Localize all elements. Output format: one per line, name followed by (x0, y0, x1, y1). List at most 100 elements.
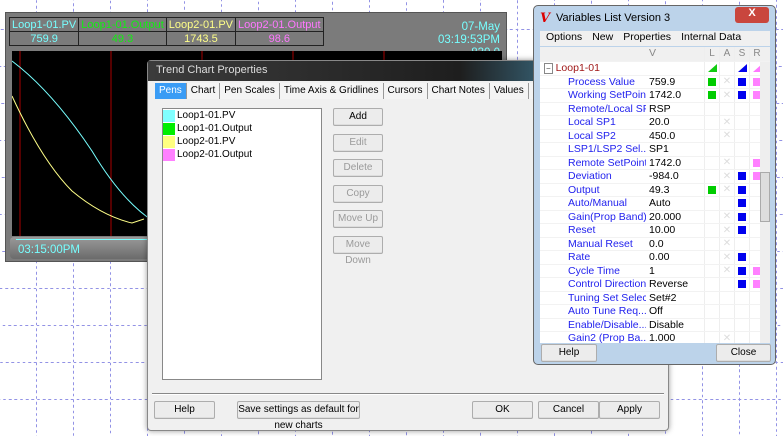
apply-button[interactable]: Apply (599, 401, 660, 419)
flag-cell[interactable] (704, 305, 719, 318)
variables-table[interactable]: V L A S R − Loop1-01 Process Value 759.9 ✕… (540, 47, 770, 343)
variable-value[interactable]: Off (646, 305, 704, 318)
flag-cell[interactable] (704, 183, 719, 196)
flag-cell[interactable]: ✕ (719, 224, 734, 237)
flag-cell[interactable]: ✕ (719, 264, 734, 277)
tab-pens[interactable]: Pens (155, 83, 187, 99)
flag-cell[interactable]: ✕ (719, 156, 734, 169)
menu-new[interactable]: New (592, 31, 613, 46)
variable-row[interactable]: Remote SetPoint 1742.0 ✕ (540, 156, 770, 170)
flag-cell[interactable] (734, 129, 749, 142)
flag-cell[interactable] (704, 318, 719, 331)
variable-row[interactable]: Gain2 (Prop Ba... 1.000 ✕ (540, 332, 770, 343)
variable-value[interactable]: RSP (646, 103, 704, 116)
variable-value[interactable]: Auto (646, 197, 704, 210)
variable-value[interactable]: SP1 (646, 143, 704, 156)
flag-cell[interactable] (719, 143, 734, 156)
flag-cell[interactable] (704, 332, 719, 343)
flag-cell[interactable]: ✕ (719, 210, 734, 223)
cancel-button[interactable]: Cancel (538, 401, 599, 419)
variable-row[interactable]: Reset 10.00 ✕ (540, 224, 770, 238)
flag-cell[interactable] (734, 278, 749, 291)
flag-cell[interactable] (704, 129, 719, 142)
variable-value[interactable]: 49.3 (646, 184, 704, 197)
add-button[interactable]: Add (333, 108, 383, 126)
tab-time-axis-gridlines[interactable]: Time Axis & Gridlines (279, 83, 384, 99)
flag-cell[interactable] (704, 170, 719, 183)
menu-properties[interactable]: Properties (623, 31, 671, 46)
close-button[interactable]: Close (716, 344, 771, 362)
flag-cell[interactable]: ✕ (719, 129, 734, 142)
flag-cell[interactable] (734, 143, 749, 156)
flag-cell[interactable] (734, 305, 749, 318)
flag-cell[interactable] (734, 183, 749, 196)
flag-cell[interactable] (704, 75, 719, 88)
flag-cell[interactable] (734, 197, 749, 210)
save-default-button[interactable]: Save settings as default for new charts (237, 401, 360, 431)
variable-value[interactable]: 1.000 (646, 332, 704, 343)
tab-cursors[interactable]: Cursors (383, 83, 428, 99)
flag-cell[interactable] (704, 278, 719, 291)
variable-value[interactable]: 450.0 (646, 130, 704, 143)
flag-cell[interactable] (734, 170, 749, 183)
variable-row[interactable]: Working SetPoint 1742.0 ✕ (540, 89, 770, 103)
flag-cell[interactable]: ✕ (719, 116, 734, 129)
variable-value[interactable]: Disable (646, 319, 704, 332)
flag-cell[interactable] (719, 318, 734, 331)
flag-cell[interactable] (704, 264, 719, 277)
copy-button[interactable]: Copy (333, 184, 383, 203)
flag-cell[interactable] (734, 75, 749, 88)
variable-row[interactable]: Auto/Manual Auto (540, 197, 770, 211)
flag-cell[interactable]: ✕ (719, 170, 734, 183)
variable-value[interactable]: -984.0 (646, 170, 704, 183)
flag-cell[interactable]: ✕ (719, 332, 734, 343)
pen-list-item[interactable]: Loop2-01.PV (163, 135, 321, 148)
flag-cell[interactable] (734, 318, 749, 331)
variable-value[interactable]: 1742.0 (646, 89, 704, 102)
pen-list[interactable]: Loop1-01.PV Loop1-01.Output Loop2-01.PV Loo… (162, 108, 322, 380)
flag-cell[interactable]: ✕ (719, 89, 734, 102)
move-down-button[interactable]: Move Down (333, 235, 383, 266)
flag-cell[interactable] (704, 116, 719, 129)
flag-cell[interactable] (704, 197, 719, 210)
variable-row[interactable]: Control Direction Reverse (540, 278, 770, 292)
variable-value[interactable]: 1742.0 (646, 157, 704, 170)
pen-list-item[interactable]: Loop1-01.PV (163, 109, 321, 122)
flag-cell[interactable] (734, 102, 749, 115)
close-icon[interactable]: X (735, 7, 769, 23)
menu-options[interactable]: Options (546, 31, 582, 46)
flag-cell[interactable]: ✕ (719, 251, 734, 264)
menu-internal-data[interactable]: Internal Data (681, 31, 741, 46)
flag-cell[interactable]: ✕ (719, 183, 734, 196)
delete-button[interactable]: Delete (333, 159, 383, 177)
pen-list-item[interactable]: Loop1-01.Output (163, 122, 321, 135)
variable-row[interactable]: Auto Tune Req... Off (540, 305, 770, 319)
variable-row[interactable]: Gain(Prop Band) 20.000 ✕ (540, 210, 770, 224)
flag-cell[interactable] (734, 251, 749, 264)
variable-row[interactable]: Tuning Set Select Set#2 (540, 291, 770, 305)
flag-cell[interactable] (734, 156, 749, 169)
group-row[interactable]: − Loop1-01 (540, 62, 770, 76)
flag-cell[interactable] (704, 251, 719, 264)
tab-values[interactable]: Values (489, 83, 529, 99)
variable-value[interactable]: Set#2 (646, 292, 704, 305)
flag-cell[interactable] (704, 291, 719, 304)
flag-cell[interactable] (734, 291, 749, 304)
flag-cell[interactable] (734, 264, 749, 277)
flag-cell[interactable] (734, 89, 749, 102)
variable-row[interactable]: Cycle Time 1 ✕ (540, 264, 770, 278)
variable-row[interactable]: Local SP2 450.0 ✕ (540, 129, 770, 143)
flag-cell[interactable] (719, 291, 734, 304)
variable-row[interactable]: Local SP1 20.0 ✕ (540, 116, 770, 130)
variable-value[interactable]: 10.00 (646, 224, 704, 237)
flag-cell[interactable] (719, 102, 734, 115)
flag-cell[interactable] (719, 197, 734, 210)
flag-cell[interactable] (704, 143, 719, 156)
variable-row[interactable]: LSP1/LSP2 Sel... SP1 (540, 143, 770, 157)
ok-button[interactable]: OK (472, 401, 533, 419)
variable-row[interactable]: Manual Reset 0.0 ✕ (540, 237, 770, 251)
flag-cell[interactable] (734, 224, 749, 237)
tab-chart[interactable]: Chart (186, 83, 221, 99)
flag-cell[interactable] (704, 89, 719, 102)
variable-row[interactable]: Process Value 759.9 ✕ (540, 75, 770, 89)
